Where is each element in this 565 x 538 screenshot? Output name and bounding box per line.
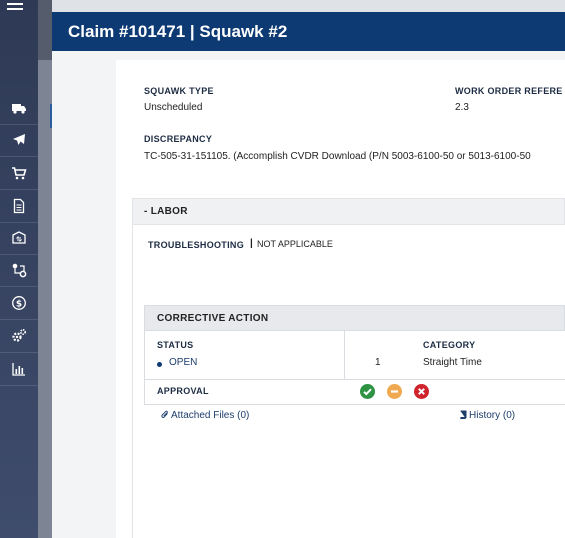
quantity-value: 1 xyxy=(375,357,381,368)
network-settings-icon xyxy=(12,263,27,278)
approval-label: APPROVAL xyxy=(157,386,209,396)
sidebar-item-billing[interactable]: $ xyxy=(0,287,38,320)
modal-title: Claim #101471 | Squawk #2 xyxy=(68,22,288,41)
minus-icon xyxy=(391,390,398,393)
book-icon xyxy=(460,410,467,420)
squawk-type-label: SQUAWK TYPE xyxy=(144,86,214,96)
sidebar-item-plane[interactable] xyxy=(0,124,38,157)
hamburger-menu-icon[interactable] xyxy=(7,0,23,12)
close-icon xyxy=(418,388,425,395)
background-panel xyxy=(38,0,52,538)
labor-section-header[interactable]: - LABOR xyxy=(132,198,565,225)
discrepancy-value: TC-505-31-151105. (Accomplish CVDR Downl… xyxy=(144,151,531,162)
troubleshooting-separator: | xyxy=(250,238,253,249)
sidebar: $ xyxy=(0,0,38,538)
troubleshooting-value: NOT APPLICABLE xyxy=(257,239,333,249)
modal-header: Claim #101471 | Squawk #2 xyxy=(52,12,565,51)
document-icon xyxy=(13,198,25,214)
sidebar-item-truck[interactable] xyxy=(0,92,38,125)
sidebar-item-cart[interactable] xyxy=(0,157,38,190)
status-dot-icon xyxy=(157,362,162,367)
attached-files-label: Attached Files (0) xyxy=(171,410,250,421)
hold-button[interactable] xyxy=(387,384,402,399)
troubleshooting-label: TROUBLESHOOTING xyxy=(148,240,244,250)
sidebar-item-reports[interactable] xyxy=(0,353,38,386)
check-icon xyxy=(363,388,372,396)
history-link[interactable]: History (0) xyxy=(459,410,515,421)
labor-header-label: - LABOR xyxy=(144,206,188,217)
sidebar-item-settings[interactable] xyxy=(0,320,38,353)
work-order-value: 2.3 xyxy=(455,102,469,113)
discrepancy-label: DISCREPANCY xyxy=(144,134,213,144)
history-label: History (0) xyxy=(469,410,516,421)
gears-icon xyxy=(12,328,27,342)
status-value[interactable]: OPEN xyxy=(169,357,197,368)
dollar-icon: $ xyxy=(12,296,26,310)
plane-icon xyxy=(13,134,25,145)
corrective-action-header: CORRECTIVE ACTION xyxy=(144,305,565,331)
reject-button[interactable] xyxy=(414,384,429,399)
truck-icon xyxy=(12,104,26,114)
sidebar-item-network[interactable] xyxy=(0,254,38,287)
approve-button[interactable] xyxy=(360,384,375,399)
category-label: CATEGORY xyxy=(423,340,476,350)
background-panel-top xyxy=(38,0,52,60)
paperclip-icon xyxy=(161,410,168,418)
corrective-action-label: CORRECTIVE ACTION xyxy=(157,313,269,324)
svg-text:$: $ xyxy=(16,300,22,310)
attached-files-link[interactable]: Attached Files (0) xyxy=(161,410,249,421)
cart-icon xyxy=(12,167,27,180)
work-order-label: WORK ORDER REFERE xyxy=(455,86,563,96)
box-exchange-icon xyxy=(12,231,26,244)
squawk-type-value: Unscheduled xyxy=(144,102,203,113)
column-divider xyxy=(344,331,345,380)
sidebar-item-exchange[interactable] xyxy=(0,222,38,255)
corrective-action-table xyxy=(144,331,565,380)
category-value: Straight Time xyxy=(423,357,482,368)
status-label: STATUS xyxy=(157,340,194,350)
sidebar-item-documents[interactable] xyxy=(0,190,38,223)
bar-chart-icon xyxy=(12,363,25,376)
